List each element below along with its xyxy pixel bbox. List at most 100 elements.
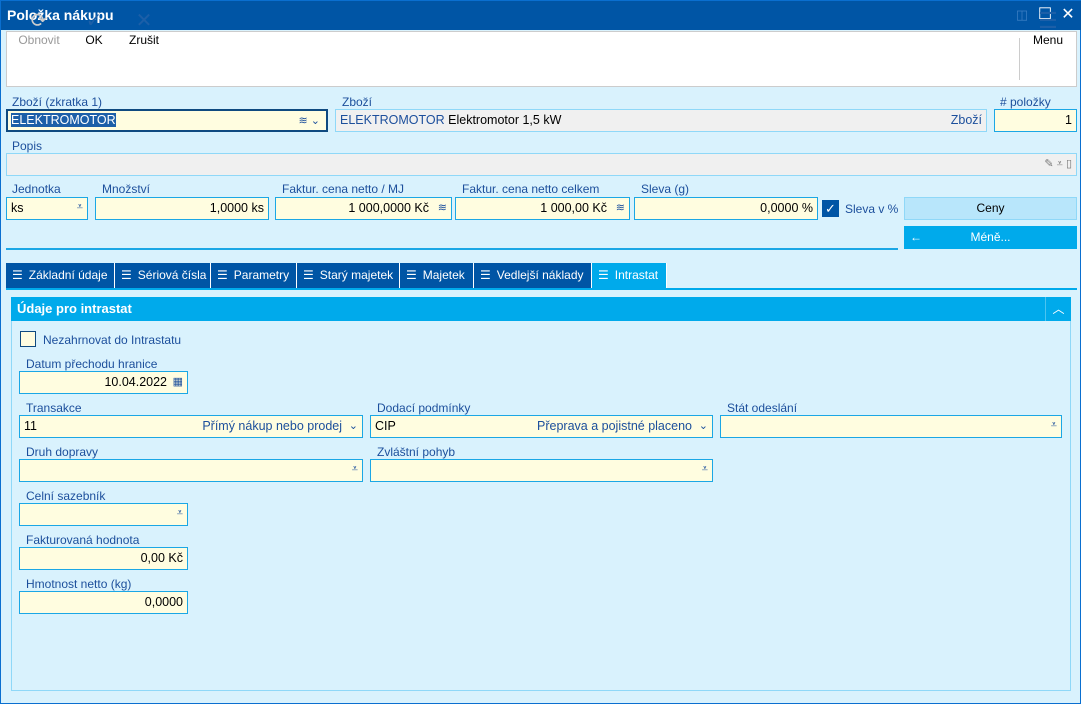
chevron-up-icon: ︿ [1052, 302, 1065, 316]
ok-button[interactable]: ✓ OK [77, 9, 111, 47]
refresh-button[interactable]: ⟳ Obnovit [15, 9, 63, 47]
calendar-icon[interactable]: ▦ [173, 375, 183, 388]
tab-side-costs[interactable]: ☰ Vedlejší náklady [474, 263, 592, 288]
tariff-input[interactable]: ⩡ [19, 503, 188, 526]
goods-code-text: ELEKTROMOTOR [340, 113, 445, 127]
date-label: Datum přechodu hranice [26, 357, 158, 371]
item-no-input[interactable]: 1 [994, 109, 1077, 132]
weight-label: Hmotnost netto (kg) [26, 577, 132, 591]
item-no-label: # položky [1000, 95, 1051, 109]
tab-underline [6, 288, 1077, 290]
less-button[interactable]: ← Méně... [904, 226, 1077, 249]
delivery-text: Přeprava a pojistné placeno [537, 419, 692, 433]
discount-pct-checkbox[interactable]: ✓ [822, 200, 839, 217]
transport-label: Druh dopravy [26, 445, 99, 459]
edit-icon[interactable]: ✎ ⩡ ▯ [1044, 157, 1072, 171]
refresh-label: Obnovit [18, 33, 60, 47]
total-input[interactable]: 1 000,00 Kč ≋ [455, 197, 630, 220]
invoiced-label: Fakturovaná hodnota [26, 533, 140, 547]
arrow-left-icon: ← [910, 230, 922, 244]
tab-old-asset[interactable]: ☰ Starý majetek [297, 263, 400, 288]
unit-price-input[interactable]: 1 000,0000 Kč ≋ [275, 197, 452, 220]
date-input[interactable]: 10.04.2022 ▦ [19, 371, 188, 394]
goods-type-text: Zboží [950, 113, 982, 127]
unit-value: ks [11, 201, 24, 215]
country-label: Stát odeslání [727, 401, 798, 415]
chevron-down-icon[interactable]: ⌄ [349, 419, 358, 432]
goods-code-label: Zboží (zkratka 1) [12, 95, 103, 109]
currency-icon[interactable]: ≋ [438, 201, 447, 214]
ok-label: OK [85, 33, 103, 47]
invoiced-input[interactable]: 0,00 Kč [19, 547, 188, 570]
list-icon: ☰ [480, 268, 491, 282]
goods-code-value: ELEKTROMOTOR [11, 113, 116, 127]
transaction-select[interactable]: 11 Přímý nákup nebo prodej ⌄ [19, 415, 363, 438]
unit-price-label: Faktur. cena netto / MJ [282, 182, 405, 196]
title-bar: Položka nákupu [1, 1, 1081, 30]
exclude-label: Nezahrnovat do Intrastatu [43, 333, 182, 347]
cancel-button[interactable]: ✕ Zrušit [125, 9, 163, 47]
goods-display: ELEKTROMOTOR Elektromotor 1,5 kW Zboží [335, 109, 987, 132]
list-icon: ☰ [303, 268, 314, 282]
collapse-button[interactable]: ︿ [1045, 297, 1071, 321]
transaction-text: Přímý nákup nebo prodej [202, 419, 342, 433]
special-input[interactable]: ⩡ [370, 459, 713, 482]
discount-input[interactable]: 0,0000 % [634, 197, 818, 220]
tab-basic[interactable]: ☰ Základní údaje [6, 263, 115, 288]
qty-label: Množství [102, 182, 151, 196]
hamburger-icon: ☰ [1038, 8, 1058, 33]
unit-label: Jednotka [12, 182, 61, 196]
description-input[interactable]: ✎ ⩡ ▯ [6, 153, 1077, 176]
tab-label: Základní údaje [28, 268, 108, 282]
qty-input[interactable]: 1,0000 ks [95, 197, 269, 220]
transaction-label: Transakce [26, 401, 82, 415]
unit-price-value: 1 000,0000 Kč [348, 201, 429, 215]
transaction-code: 11 [24, 419, 37, 433]
tab-label: Parametry [233, 268, 290, 282]
delivery-select[interactable]: CIP Přeprava a pojistné placeno ⌄ [370, 415, 713, 438]
transport-input[interactable]: ⩡ [19, 459, 363, 482]
list-icon: ☰ [217, 268, 228, 282]
dropdown-icon[interactable]: ⩡ [77, 201, 83, 214]
toolbar-divider [1019, 38, 1020, 80]
tab-serial[interactable]: ☰ Sériová čísla [115, 263, 211, 288]
goods-label: Zboží [342, 95, 373, 109]
delivery-code: CIP [375, 419, 396, 433]
menu-button[interactable]: ☰ Menu [1027, 8, 1069, 48]
unit-input[interactable]: ks ⩡ [6, 197, 88, 220]
dropdown-icon[interactable]: ⩡ [352, 463, 358, 476]
list-icon: ☰ [598, 268, 609, 282]
tab-label: Sériová čísla [137, 268, 207, 282]
close-icon: ✕ [135, 10, 153, 32]
description-label: Popis [12, 139, 43, 153]
dropdown-icon[interactable]: ⩡ [702, 463, 708, 476]
date-value: 10.04.2022 [104, 375, 167, 389]
prices-button[interactable]: Ceny [904, 197, 1077, 220]
panel-title: Údaje pro intrastat [17, 301, 132, 316]
tab-label: Majetek [422, 268, 465, 282]
tab-label: Starý majetek [319, 268, 394, 282]
goods-code-input[interactable]: ELEKTROMOTOR ≋ ⌄ [6, 109, 328, 132]
lookup-dropdown-icon[interactable]: ≋ ⌄ [299, 114, 321, 127]
tab-intrastat[interactable]: ☰ Intrastat [592, 263, 667, 288]
currency-icon[interactable]: ≋ [616, 201, 625, 214]
tab-label: Vedlejší náklady [496, 268, 584, 282]
discount-pct-label: Sleva v % [845, 202, 899, 216]
exclude-checkbox[interactable] [20, 331, 36, 347]
weight-input[interactable]: 0,0000 [19, 591, 188, 614]
country-input[interactable]: ⩡ [720, 415, 1062, 438]
check-icon: ✓ [85, 10, 103, 32]
dropdown-icon[interactable]: ⩡ [1051, 419, 1057, 432]
tab-label: Intrastat [614, 268, 659, 282]
tab-asset[interactable]: ☰ Majetek [400, 263, 474, 288]
panel-header: Údaje pro intrastat [11, 297, 1071, 321]
goods-name-text: Elektromotor 1,5 kW [448, 113, 562, 127]
cancel-label: Zrušit [129, 33, 159, 47]
tab-parameters[interactable]: ☰ Parametry [211, 263, 297, 288]
menu-label: Menu [1032, 33, 1064, 47]
chevron-down-icon[interactable]: ⌄ [699, 419, 708, 432]
dropdown-icon[interactable]: ⩡ [177, 507, 183, 520]
list-icon: ☰ [121, 268, 132, 282]
tariff-label: Celní sazebník [26, 489, 106, 503]
intrastat-panel [11, 297, 1071, 691]
